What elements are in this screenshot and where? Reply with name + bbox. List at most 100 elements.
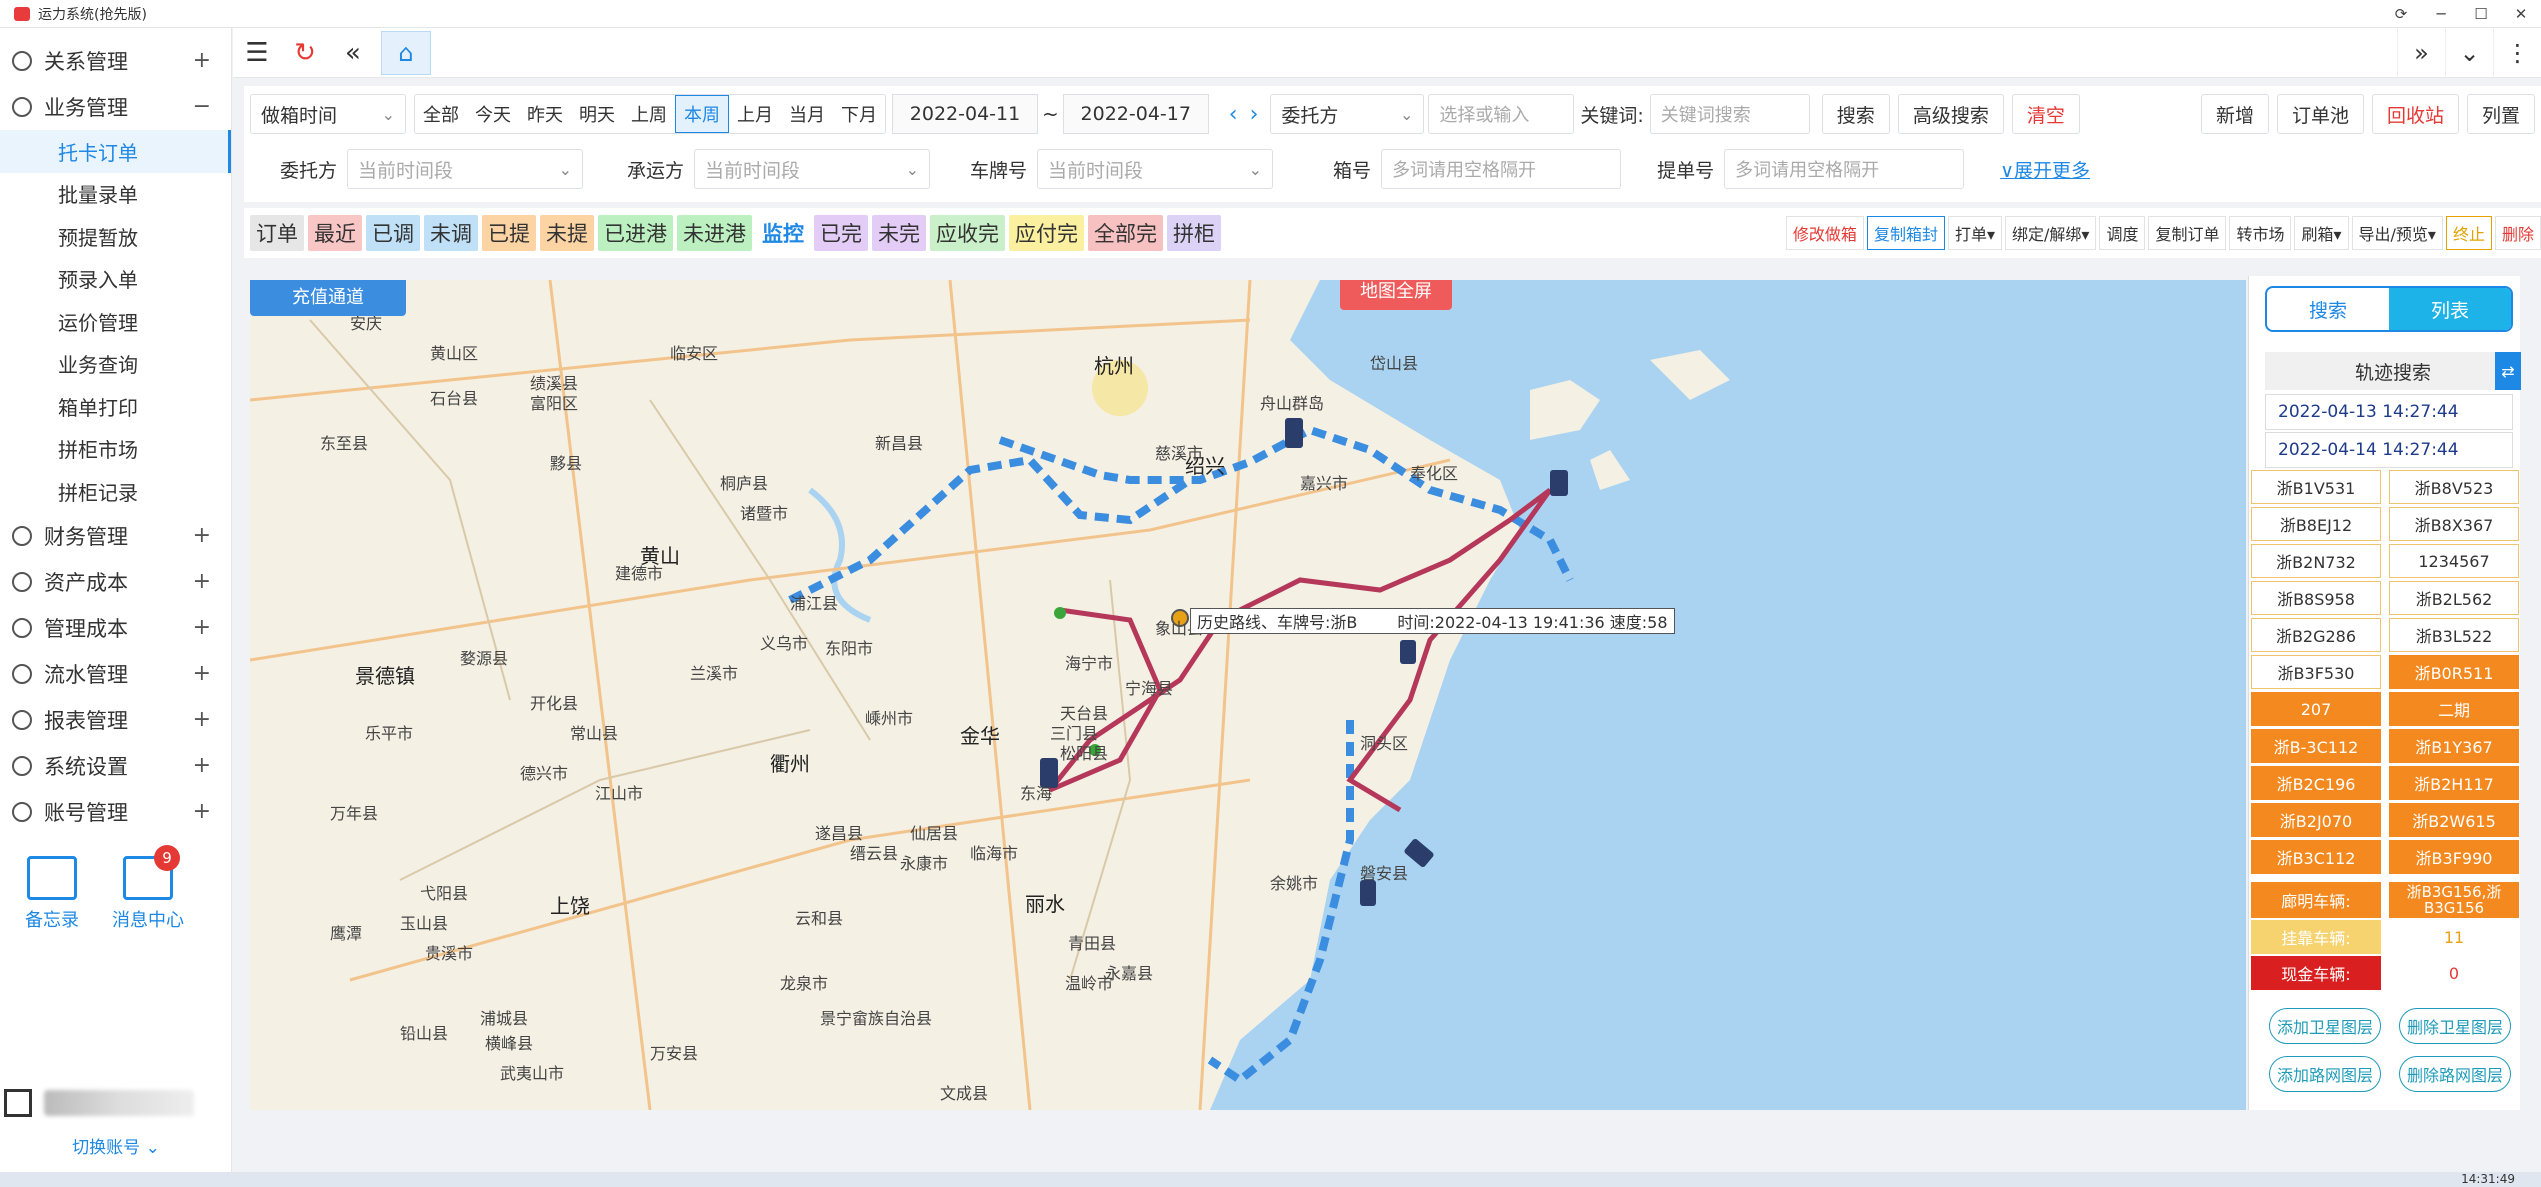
- vehicle-plate-cell[interactable]: 浙B3C112: [2251, 840, 2381, 874]
- vehicle-plate-cell[interactable]: 浙B2H117: [2389, 766, 2519, 800]
- sub-item-tuoka-order[interactable]: 托卡订单: [0, 130, 231, 173]
- expand-icon[interactable]: +: [193, 569, 211, 594]
- vehicle-plate-cell[interactable]: 浙B2W615: [2389, 803, 2519, 837]
- expand-icon[interactable]: +: [193, 753, 211, 778]
- start-time-input[interactable]: 2022-04-13 14:27:44: [2265, 394, 2513, 430]
- expand-icon[interactable]: +: [193, 661, 211, 686]
- status-tab[interactable]: 已进港: [598, 215, 673, 251]
- order-pool-button[interactable]: 订单池: [2276, 94, 2364, 134]
- truck-value[interactable]: 浙B3G156,浙B3G156: [2389, 882, 2519, 918]
- remove-road-layer-button[interactable]: 删除路网图层: [2399, 1056, 2511, 1092]
- plate-select[interactable]: 当前时间段 ⌄: [1037, 149, 1274, 189]
- status-tab[interactable]: 应收完: [930, 215, 1005, 251]
- swap-icon[interactable]: ⇄: [2495, 352, 2521, 390]
- status-tab[interactable]: 拼柜: [1167, 215, 1221, 251]
- time-type-select[interactable]: 做箱时间 ⌄: [250, 94, 406, 134]
- reload-icon[interactable]: ↻: [281, 29, 329, 77]
- range-tomorrow[interactable]: 明天: [571, 95, 623, 133]
- vehicle-plate-cell[interactable]: 1234567: [2389, 544, 2519, 578]
- client-select[interactable]: 当前时间段 ⌄: [347, 149, 584, 189]
- nav-flow[interactable]: 流水管理 +: [0, 651, 231, 697]
- expand-icon[interactable]: +: [193, 799, 211, 824]
- range-next-month[interactable]: 下月: [833, 95, 885, 133]
- copy-order-button[interactable]: 复制订单: [2148, 216, 2227, 250]
- sub-item-pre-entry[interactable]: 预录入单: [0, 258, 231, 301]
- status-tab[interactable]: 全部完: [1088, 215, 1163, 251]
- status-tab[interactable]: 未提: [540, 215, 594, 251]
- vehicle-plate-cell[interactable]: 浙B0R511: [2389, 655, 2519, 689]
- party-select[interactable]: 委托方 ⌄: [1270, 94, 1425, 134]
- chevron-right-icon[interactable]: ›: [1250, 102, 1259, 127]
- collapse-icon[interactable]: −: [193, 94, 211, 119]
- vehicle-plate-cell[interactable]: 浙B8EJ12: [2251, 507, 2381, 541]
- switch-account-link[interactable]: 切换账号 ⌄: [0, 1133, 232, 1158]
- tab-search[interactable]: 搜索: [2267, 288, 2389, 330]
- edit-box-button[interactable]: 修改做箱: [1785, 216, 1864, 250]
- vehicle-plate-cell[interactable]: 浙B3L522: [2389, 618, 2519, 652]
- qr-code-icon[interactable]: [4, 1089, 32, 1117]
- clear-button[interactable]: 清空: [2011, 94, 2080, 134]
- sub-item-batch-entry[interactable]: 批量录单: [0, 173, 231, 216]
- vehicle-plate-cell[interactable]: 浙B2J070: [2251, 803, 2381, 837]
- range-last-week[interactable]: 上周: [623, 95, 675, 133]
- vehicle-plate-cell[interactable]: 浙B8X367: [2389, 507, 2519, 541]
- vehicle-plate-cell[interactable]: 浙B8S958: [2251, 581, 2381, 615]
- remove-satellite-layer-button[interactable]: 删除卫星图层: [2399, 1008, 2511, 1044]
- vehicle-plate-cell[interactable]: 浙B-3C112: [2251, 729, 2381, 763]
- sub-item-pre-hold[interactable]: 预提暂放: [0, 215, 231, 258]
- more-vertical-icon[interactable]: ⋮: [2493, 28, 2541, 78]
- bind-dropdown[interactable]: 绑定/解绑▾: [2005, 216, 2097, 250]
- memo-shortcut[interactable]: 备忘录: [2, 826, 102, 932]
- nav-manage-cost[interactable]: 管理成本 +: [0, 605, 231, 651]
- map-fullscreen-button[interactable]: 地图全屏: [1340, 280, 1452, 310]
- dispatch-button[interactable]: 调度: [2099, 216, 2146, 250]
- refresh-icon[interactable]: ⟳: [2381, 0, 2421, 28]
- nav-asset-cost[interactable]: 资产成本 +: [0, 559, 231, 605]
- expand-icon[interactable]: +: [193, 615, 211, 640]
- vehicle-plate-cell[interactable]: 浙B3F990: [2389, 840, 2519, 874]
- end-time-input[interactable]: 2022-04-14 14:27:44: [2265, 432, 2513, 468]
- close-icon[interactable]: ✕: [2501, 0, 2541, 28]
- range-today[interactable]: 今天: [467, 95, 519, 133]
- carrier-select[interactable]: 当前时间段 ⌄: [694, 149, 931, 189]
- expand-icon[interactable]: +: [193, 48, 211, 73]
- to-market-button[interactable]: 转市场: [2229, 216, 2292, 250]
- range-yesterday[interactable]: 昨天: [519, 95, 571, 133]
- add-satellite-layer-button[interactable]: 添加卫星图层: [2269, 1008, 2381, 1044]
- chevron-down-icon[interactable]: ⌄: [2445, 28, 2493, 78]
- cash-value[interactable]: 0: [2389, 956, 2519, 990]
- delete-button[interactable]: 删除: [2494, 216, 2541, 250]
- refresh-box-dropdown[interactable]: 刷箱▾: [2294, 216, 2349, 250]
- sub-item-freight-price[interactable]: 运价管理: [0, 300, 231, 343]
- status-tab[interactable]: 未进港: [677, 215, 752, 251]
- vehicle-plate-cell[interactable]: 浙B8V523: [2389, 470, 2519, 504]
- status-tab[interactable]: 未调: [424, 215, 478, 251]
- expand-icon[interactable]: +: [193, 523, 211, 548]
- vehicle-plate-cell[interactable]: 浙B3F530: [2251, 655, 2381, 689]
- double-left-icon[interactable]: «: [329, 29, 377, 77]
- terminate-button[interactable]: 终止: [2445, 216, 2492, 250]
- status-tab[interactable]: 未完: [872, 215, 926, 251]
- vehicle-plate-cell[interactable]: 二期: [2389, 692, 2519, 726]
- search-button[interactable]: 搜索: [1821, 94, 1890, 134]
- status-tab[interactable]: 已完: [814, 215, 868, 251]
- vehicle-plate-cell[interactable]: 207: [2251, 692, 2381, 726]
- box-input[interactable]: 多词请用空格隔开: [1381, 149, 1622, 189]
- home-tab-icon[interactable]: ⌂: [381, 30, 431, 75]
- recharge-button[interactable]: 充值通道: [250, 280, 406, 316]
- menu-toggle-icon[interactable]: ☰: [233, 29, 281, 77]
- maximize-icon[interactable]: ☐: [2461, 0, 2501, 28]
- range-this-month[interactable]: 当月: [781, 95, 833, 133]
- status-tab[interactable]: 已提: [482, 215, 536, 251]
- map-view[interactable]: 杭州 黄山 金华 衢州 丽水 绍兴 上饶 景德镇 安庆 石台县 东至县 黟县 黄山区 绩溪…: [250, 280, 2246, 1110]
- nav-relation[interactable]: 关系管理 +: [0, 38, 231, 84]
- sub-item-lcl-records[interactable]: 拼柜记录: [0, 470, 231, 513]
- new-button[interactable]: 新增: [2200, 94, 2269, 134]
- tab-list[interactable]: 列表: [2389, 288, 2511, 330]
- bill-input[interactable]: 多词请用空格隔开: [1724, 149, 1965, 189]
- add-road-layer-button[interactable]: 添加路网图层: [2269, 1056, 2381, 1092]
- party-input[interactable]: 选择或输入: [1428, 94, 1575, 134]
- nav-settings[interactable]: 系统设置 +: [0, 743, 231, 789]
- double-right-icon[interactable]: »: [2397, 28, 2445, 78]
- sub-item-business-query[interactable]: 业务查询: [0, 343, 231, 386]
